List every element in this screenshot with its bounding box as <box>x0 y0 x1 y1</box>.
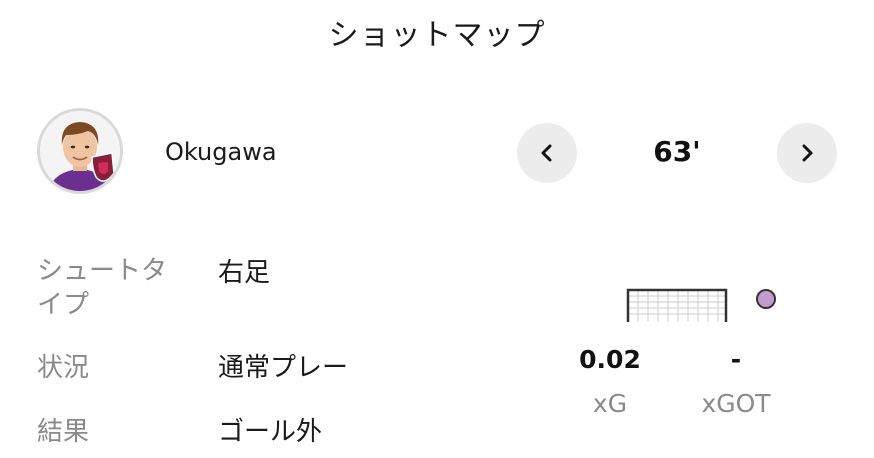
player-name: Okugawa <box>165 138 277 166</box>
result-value: ゴール外 <box>218 417 323 447</box>
player-photo-icon <box>40 111 120 191</box>
situation-value: 通常プレー <box>218 353 349 383</box>
situation-label: 状況 <box>37 353 90 383</box>
shot-marker <box>756 289 776 309</box>
xg-label: xG <box>592 389 628 418</box>
result-label: 結果 <box>37 417 90 447</box>
shot-minute: 63' <box>653 135 701 168</box>
xgot-value: - <box>730 345 742 374</box>
chevron-left-icon <box>541 144 552 162</box>
shot-type-value: 右足 <box>218 258 271 288</box>
goal-net-icon <box>626 288 728 322</box>
previous-shot-button[interactable] <box>517 123 577 183</box>
page-title: ショットマップ <box>328 18 546 53</box>
xg-value: 0.02 <box>579 345 641 374</box>
shot-type-label: シュートタイプ <box>37 256 168 320</box>
chevron-right-icon <box>802 144 813 162</box>
player-avatar <box>37 108 123 194</box>
xgot-label: xGOT <box>701 389 771 418</box>
next-shot-button[interactable] <box>777 123 837 183</box>
